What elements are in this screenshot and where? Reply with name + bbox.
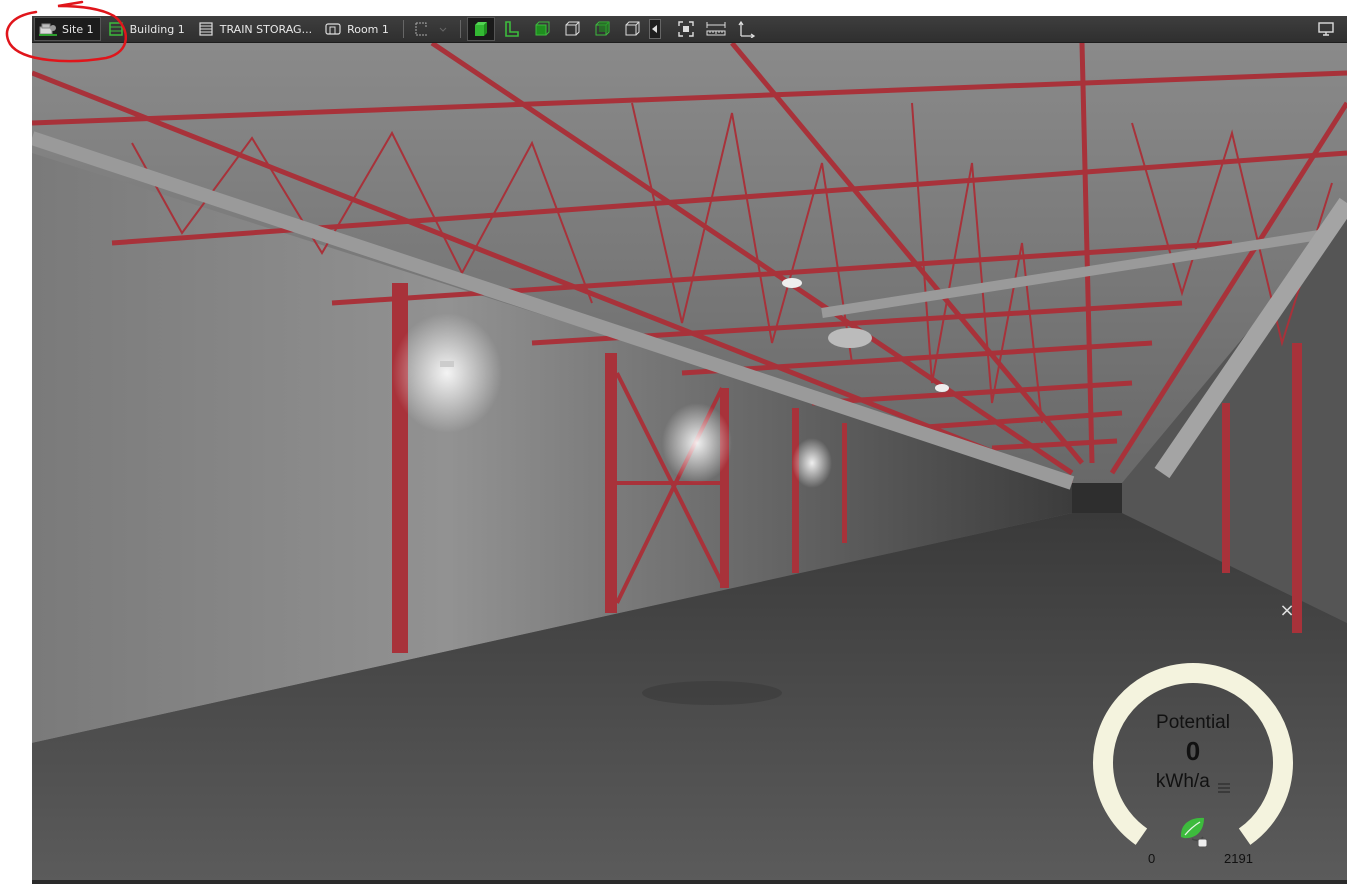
l-shape-button[interactable] xyxy=(499,18,525,40)
breadcrumb-room-label: Room 1 xyxy=(347,22,389,36)
monitor-button[interactable] xyxy=(1313,18,1339,40)
collapse-arrow-icon xyxy=(651,25,657,33)
far-end-wall xyxy=(1072,483,1122,513)
axis-icon xyxy=(738,20,756,38)
axis-button[interactable] xyxy=(733,18,759,40)
top-toolbar: Site 1 Building 1 TRAIN STORAG... Room 1 xyxy=(32,16,1347,43)
gauge-value: 0 xyxy=(1185,736,1201,766)
box-side-icon xyxy=(565,21,580,36)
fit-view-button[interactable] xyxy=(673,18,699,40)
site-icon xyxy=(39,23,57,36)
toolbar-separator xyxy=(402,20,404,38)
box-side-button[interactable] xyxy=(559,18,585,40)
storey-icon xyxy=(199,22,213,36)
solid-view-button[interactable] xyxy=(466,17,495,41)
measure-button[interactable] xyxy=(703,18,729,40)
building-icon xyxy=(108,22,123,36)
box-outline-button[interactable] xyxy=(619,18,645,40)
close-button[interactable]: × xyxy=(1278,602,1296,620)
box-front-icon xyxy=(535,21,550,36)
gauge-max: 2191 xyxy=(1224,851,1253,866)
breadcrumb-building[interactable]: Building 1 xyxy=(103,18,191,40)
gauge-unit: kWh/a xyxy=(1155,771,1210,792)
measure-icon xyxy=(706,22,726,36)
gauge-title: Potential xyxy=(1156,712,1230,733)
collapse-toolbar-button[interactable] xyxy=(648,19,661,39)
box-back-icon xyxy=(595,21,610,36)
l-shape-icon xyxy=(505,21,519,37)
box-outline-icon xyxy=(625,21,640,36)
breadcrumb-site-label: Site 1 xyxy=(62,22,94,36)
menu-icon[interactable] xyxy=(1218,777,1231,793)
breadcrumb-building-label: Building 1 xyxy=(129,22,185,36)
floorplan-icon xyxy=(415,22,447,36)
breadcrumb-storey[interactable]: TRAIN STORAG... xyxy=(193,18,318,40)
eco-plug-icon xyxy=(1180,817,1208,850)
monitor-icon xyxy=(1318,22,1334,36)
toolbar-separator xyxy=(459,20,461,38)
breadcrumb-storey-label: TRAIN STORAG... xyxy=(219,22,313,36)
fit-view-icon xyxy=(678,21,694,37)
gauge-unit-row: kWh/a xyxy=(1133,771,1253,793)
floorplan-button[interactable] xyxy=(410,18,450,40)
breadcrumb-site[interactable]: Site 1 xyxy=(34,17,101,41)
solid-view-icon xyxy=(474,22,487,36)
gauge-min: 0 xyxy=(1148,851,1156,866)
box-front-button[interactable] xyxy=(529,18,555,40)
breadcrumb-room[interactable]: Room 1 xyxy=(320,18,395,40)
floor-shadow xyxy=(642,681,782,705)
box-back-button[interactable] xyxy=(589,18,615,40)
room-icon xyxy=(325,23,341,35)
